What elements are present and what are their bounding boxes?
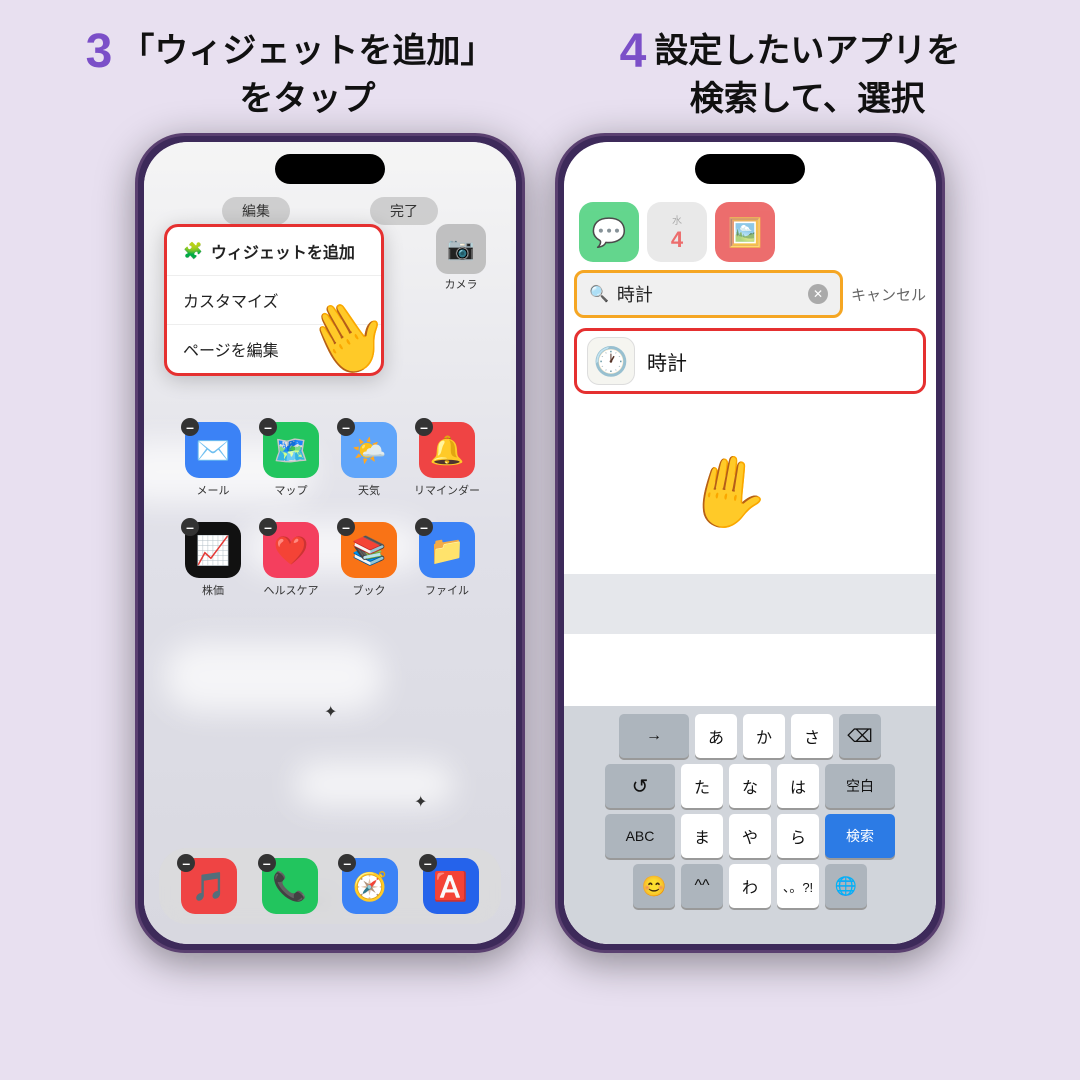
search-overlay: 🔍 時計 ✕ キャンセル 🕐 時計 bbox=[574, 270, 926, 394]
stocks-app[interactable]: – 📈 株価 bbox=[178, 522, 248, 598]
key-sa[interactable]: さ bbox=[791, 714, 833, 758]
sparkle-2: ✦ bbox=[414, 792, 427, 812]
calendar-widget: 水 4 bbox=[647, 202, 707, 262]
music-dock-icon[interactable]: – 🎵 bbox=[181, 858, 237, 914]
keyboard: → あ か さ ⌫ ↺ た な は 空白 bbox=[564, 706, 936, 944]
dock: – 🎵 – 📞 – 🧭 – 🅰️ bbox=[159, 848, 501, 924]
photos-app-top: 🖼️ bbox=[715, 202, 775, 262]
key-emoji[interactable]: 😊 bbox=[633, 864, 675, 908]
camera-icon-area: 📷 カメラ bbox=[436, 224, 486, 292]
step-4-number: 4 bbox=[620, 28, 647, 76]
camera-label: カメラ bbox=[436, 276, 486, 292]
key-delete[interactable]: ⌫ bbox=[839, 714, 881, 758]
key-space[interactable]: 空白 bbox=[825, 764, 895, 808]
keyboard-spacer bbox=[564, 574, 936, 634]
reminders-app[interactable]: – 🔔 リマインダー bbox=[412, 422, 482, 498]
phone2-screen: 💬 水 4 🖼️ bbox=[564, 142, 936, 944]
reminders-label: リマインダー bbox=[414, 482, 480, 498]
sparkle-1: ✦ bbox=[324, 702, 337, 722]
step-3-text: 「ウィジェットを追加」をタップ bbox=[120, 28, 494, 123]
phone1-topbar: 編集 完了 bbox=[144, 197, 516, 225]
weather-app[interactable]: – 🌤️ 天気 bbox=[334, 422, 404, 498]
search-bar-row: 🔍 時計 ✕ キャンセル bbox=[574, 270, 926, 318]
cancel-button[interactable]: キャンセル bbox=[851, 284, 926, 305]
search-bar[interactable]: 🔍 時計 ✕ bbox=[574, 270, 843, 318]
key-undo[interactable]: ↺ bbox=[605, 764, 675, 808]
app-row-1: – ✉️ メール – 🗺️ マップ – bbox=[144, 422, 516, 498]
maps-label: マップ bbox=[275, 482, 308, 498]
key-punct[interactable]: 、。?! bbox=[777, 864, 819, 908]
minus-badge-appstore: – bbox=[419, 854, 437, 872]
key-symbol[interactable]: ^^ bbox=[681, 864, 723, 908]
key-mic[interactable]: 🌐 bbox=[825, 864, 867, 908]
key-search[interactable]: 検索 bbox=[825, 814, 895, 858]
messages-app-top: 💬 bbox=[579, 202, 639, 262]
search-query-text: 時計 bbox=[617, 281, 800, 307]
minus-badge-phone: – bbox=[258, 854, 276, 872]
files-label: ファイル bbox=[425, 582, 469, 598]
minus-badge-music: – bbox=[177, 854, 195, 872]
cloud-3 bbox=[164, 642, 384, 712]
health-app[interactable]: – ❤️ ヘルスケア bbox=[256, 522, 326, 598]
phone-2-inner: 💬 水 4 🖼️ bbox=[564, 142, 936, 944]
camera-app-icon: 📷 bbox=[436, 224, 486, 274]
clear-button[interactable]: ✕ bbox=[808, 284, 828, 304]
add-widget-menu-item[interactable]: 🧩 ウィジェットを追加 bbox=[167, 227, 381, 276]
key-ya[interactable]: や bbox=[729, 814, 771, 858]
mail-app[interactable]: – ✉️ メール bbox=[178, 422, 248, 498]
phone2-top-apps: 💬 水 4 🖼️ bbox=[564, 202, 936, 262]
phones-container: ✦ ✦ ✦ 編集 完了 📷 カメラ 🧩 bbox=[105, 133, 975, 1080]
dynamic-island-2 bbox=[695, 154, 805, 184]
key-a[interactable]: あ bbox=[695, 714, 737, 758]
phone-1: ✦ ✦ ✦ 編集 完了 📷 カメラ 🧩 bbox=[135, 133, 525, 953]
edit-button[interactable]: 編集 bbox=[222, 197, 290, 225]
clock-app-label: 時計 bbox=[647, 347, 687, 376]
key-abc[interactable]: ABC bbox=[605, 814, 675, 858]
books-app[interactable]: – 📚 ブック bbox=[334, 522, 404, 598]
mail-label: メール bbox=[197, 482, 230, 498]
key-na[interactable]: な bbox=[729, 764, 771, 808]
cloud-4 bbox=[294, 762, 454, 807]
keyboard-row-3: ABC ま や ら 検索 bbox=[568, 814, 932, 858]
search-icon: 🔍 bbox=[589, 284, 609, 304]
key-wa[interactable]: わ bbox=[729, 864, 771, 908]
safari-dock-icon[interactable]: – 🧭 bbox=[342, 858, 398, 914]
keyboard-row-1: → あ か さ ⌫ bbox=[568, 714, 932, 758]
weather-label: 天気 bbox=[358, 482, 380, 498]
search-result-item[interactable]: 🕐 時計 bbox=[574, 328, 926, 394]
hand-pointer-2: 🤚 bbox=[678, 445, 778, 541]
stocks-label: 株価 bbox=[202, 582, 224, 598]
keyboard-row-2: ↺ た な は 空白 bbox=[568, 764, 932, 808]
dynamic-island-1 bbox=[275, 154, 385, 184]
phone-2: 💬 水 4 🖼️ bbox=[555, 133, 945, 953]
step-4-text: 設定したいアプリを検索して、選択 bbox=[654, 28, 960, 123]
health-label: ヘルスケア bbox=[264, 582, 319, 598]
key-ta[interactable]: た bbox=[681, 764, 723, 808]
key-ka[interactable]: か bbox=[743, 714, 785, 758]
keyboard-row-4: 😊 ^^ わ 、。?! 🌐 bbox=[568, 864, 932, 908]
phone-dock-icon[interactable]: – 📞 bbox=[262, 858, 318, 914]
app-row-2: – 📈 株価 – ❤️ ヘルスケア – bbox=[144, 522, 516, 598]
step-4-label: 4 設定したいアプリを検索して、選択 bbox=[540, 28, 1040, 123]
step-3-label: 3 「ウィジェットを追加」をタップ bbox=[40, 28, 540, 123]
phone-1-inner: ✦ ✦ ✦ 編集 完了 📷 カメラ 🧩 bbox=[144, 142, 516, 944]
widget-icon: 🧩 bbox=[183, 241, 203, 261]
step-3-number: 3 bbox=[86, 28, 113, 76]
maps-app[interactable]: – 🗺️ マップ bbox=[256, 422, 326, 498]
key-arrow[interactable]: → bbox=[619, 714, 689, 758]
key-ma[interactable]: ま bbox=[681, 814, 723, 858]
files-app[interactable]: – 📁 ファイル bbox=[412, 522, 482, 598]
done-button[interactable]: 完了 bbox=[370, 197, 438, 225]
key-ha[interactable]: は bbox=[777, 764, 819, 808]
minus-badge-safari: – bbox=[338, 854, 356, 872]
step-labels: 3 「ウィジェットを追加」をタップ 4 設定したいアプリを検索して、選択 bbox=[0, 0, 1080, 133]
appstore-dock-icon[interactable]: – 🅰️ bbox=[423, 858, 479, 914]
clock-app-icon: 🕐 bbox=[587, 337, 635, 385]
books-label: ブック bbox=[353, 582, 386, 598]
key-ra[interactable]: ら bbox=[777, 814, 819, 858]
